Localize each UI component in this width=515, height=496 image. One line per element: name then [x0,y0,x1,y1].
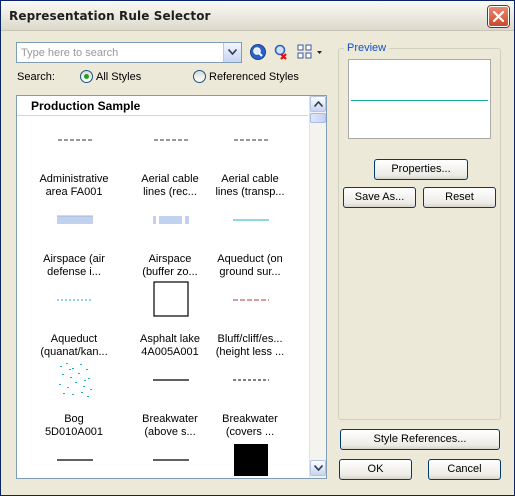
style-item[interactable]: Airspace (air defense i... [34,200,114,280]
reset-button[interactable]: Reset [423,187,496,208]
style-item-label: Aqueduct (quanat/kan... [40,333,108,358]
style-item-label: Aqueduct (on ground sur... [217,253,283,278]
scroll-thumb[interactable] [310,113,326,123]
style-item-label: Bog 5D010A001 [44,413,104,438]
window-title: Representation Rule Selector [9,9,211,23]
style-item-label: Breakwater (above s... [142,413,198,438]
radio-unselected-indicator [193,70,206,83]
search-icon[interactable] [249,43,267,61]
style-item[interactable]: Aqueduct (quanat/kan... [34,280,114,360]
style-swatch [233,299,269,301]
style-swatch [154,139,188,141]
style-item-label: Aerial cable lines (rec... [141,173,199,198]
chevron-down-icon [228,49,237,55]
style-item[interactable]: Aerial cable lines (transp... [210,120,290,200]
style-swatch [153,459,189,461]
close-icon [493,11,504,22]
style-item[interactable]: Aerial cable lines (rec... [130,120,210,200]
style-swatch [153,379,189,381]
style-list[interactable]: Production Sample Administrative area FA… [16,95,327,479]
title-bar[interactable]: Representation Rule Selector [1,1,514,31]
close-button[interactable] [488,6,509,27]
vertical-scrollbar[interactable] [309,96,326,478]
view-options-icon[interactable] [297,43,325,61]
style-item[interactable] [34,440,114,478]
scroll-down-button[interactable] [310,460,326,476]
style-swatch [57,215,93,224]
search-combobox[interactable] [16,42,242,63]
style-item[interactable] [210,440,290,478]
style-group-header: Production Sample [17,96,308,116]
ok-button[interactable]: OK [339,459,412,480]
style-item[interactable]: Asphalt lake 4A005A001 [130,280,210,360]
style-swatch [57,459,93,461]
style-item-label: Aerial cable lines (transp... [215,173,285,198]
preview-canvas [348,59,491,139]
referenced-styles-radio[interactable]: Referenced Styles [193,70,299,83]
style-group-title: Production Sample [31,99,141,113]
style-swatch [59,363,92,397]
style-swatch [233,379,269,381]
preview-legend: Preview [344,42,390,54]
all-styles-label: All Styles [96,70,142,83]
style-item-label: Breakwater (covers ... [222,413,278,438]
search-dropdown-button[interactable] [223,43,241,62]
save-as-button[interactable]: Save As... [343,187,416,208]
style-swatch [153,281,189,317]
style-item[interactable]: Administrative area FA001 [34,120,114,200]
style-swatch [233,219,269,221]
style-item[interactable]: Airspace (buffer zo... [130,200,210,280]
dialog-window: Representation Rule Selector Search: All… [0,0,515,496]
chevron-down-icon [314,465,323,471]
style-swatch [57,299,93,301]
radio-selected-indicator [80,70,93,83]
cancel-button[interactable]: Cancel [428,459,501,480]
style-item-label: Airspace (air defense i... [43,253,105,278]
style-references-button[interactable]: Style References... [340,429,500,450]
all-styles-radio[interactable]: All Styles [80,70,141,83]
chevron-up-icon [314,101,323,107]
search-scope-label: Search: [17,71,55,83]
style-swatch [153,216,189,224]
style-item-label: Administrative area FA001 [39,173,109,198]
style-item[interactable]: Breakwater (covers ... [210,360,290,440]
scroll-up-button[interactable] [310,96,326,112]
style-swatch [234,139,268,141]
style-swatch [234,444,268,476]
clear-search-icon[interactable] [272,43,290,61]
style-item-label: Asphalt lake 4A005A001 [140,333,200,358]
style-swatch [58,139,92,141]
style-item[interactable]: Bluff/cliff/es... (height less ... [210,280,290,360]
style-item[interactable]: Aqueduct (on ground sur... [210,200,290,280]
style-item-label: Bluff/cliff/es... (height less ... [215,333,285,358]
style-item[interactable]: Breakwater (above s... [130,360,210,440]
style-item[interactable] [130,440,210,478]
search-input[interactable] [17,43,222,62]
referenced-styles-label: Referenced Styles [209,70,299,83]
properties-button[interactable]: Properties... [374,159,468,180]
style-item[interactable]: Bog 5D010A001 [34,360,114,440]
preview-line-symbol [351,100,488,101]
style-item-label: Airspace (buffer zo... [142,253,198,278]
